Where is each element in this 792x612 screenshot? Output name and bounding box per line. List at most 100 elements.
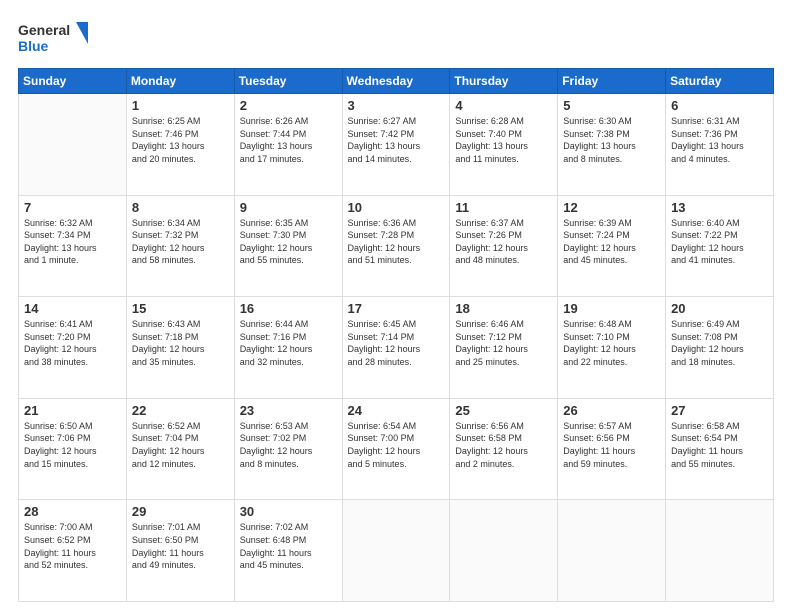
day-number: 14 xyxy=(24,301,121,316)
day-info: Sunrise: 6:57 AM Sunset: 6:56 PM Dayligh… xyxy=(563,420,660,470)
calendar-cell: 16Sunrise: 6:44 AM Sunset: 7:16 PM Dayli… xyxy=(234,297,342,399)
day-info: Sunrise: 6:28 AM Sunset: 7:40 PM Dayligh… xyxy=(455,115,552,165)
day-info: Sunrise: 6:31 AM Sunset: 7:36 PM Dayligh… xyxy=(671,115,768,165)
calendar-cell: 1 Sunrise: 6:25 AM Sunset: 7:46 PM Daylig… xyxy=(126,94,234,196)
calendar-cell xyxy=(450,500,558,602)
calendar-cell: 15 Sunrise: 6:43 AM Sunset: 7:18 PM Dayli… xyxy=(126,297,234,399)
calendar-cell xyxy=(342,500,450,602)
calendar-cell: 19 Sunrise: 6:48 AM Sunset: 7:10 PM Dayli… xyxy=(558,297,666,399)
day-info: Sunrise: 6:36 AM Sunset: 7:28 PM Dayligh… xyxy=(348,217,445,267)
calendar-cell: 29 Sunrise: 7:01 AM Sunset: 6:50 PM Dayli… xyxy=(126,500,234,602)
day-number: 4 xyxy=(455,98,552,113)
week-row-5: 28 Sunrise: 7:00 AM Sunset: 6:52 PM Dayli… xyxy=(19,500,774,602)
day-number: 20 xyxy=(671,301,768,316)
day-number: 28 xyxy=(24,504,121,519)
calendar-cell: 8 Sunrise: 6:34 AM Sunset: 7:32 PM Daylig… xyxy=(126,195,234,297)
day-number: 7 xyxy=(24,200,121,215)
day-number: 25 xyxy=(455,403,552,418)
calendar-cell: 27 Sunrise: 6:58 AM Sunset: 6:54 PM Dayli… xyxy=(666,398,774,500)
weekday-header-thursday: Thursday xyxy=(450,69,558,94)
calendar-cell: 9 Sunrise: 6:35 AM Sunset: 7:30 PM Daylig… xyxy=(234,195,342,297)
calendar-cell: 14 Sunrise: 6:41 AM Sunset: 7:20 PM Dayli… xyxy=(19,297,127,399)
day-info: Sunrise: 6:34 AM Sunset: 7:32 PM Dayligh… xyxy=(132,217,229,267)
header: GeneralBlue xyxy=(18,18,774,58)
day-number: 27 xyxy=(671,403,768,418)
weekday-header-wednesday: Wednesday xyxy=(342,69,450,94)
calendar-cell xyxy=(666,500,774,602)
calendar-cell: 10Sunrise: 6:36 AM Sunset: 7:28 PM Dayli… xyxy=(342,195,450,297)
day-number: 24 xyxy=(348,403,445,418)
day-number: 3 xyxy=(348,98,445,113)
day-number: 8 xyxy=(132,200,229,215)
svg-text:Blue: Blue xyxy=(18,38,49,54)
calendar-cell: 7 Sunrise: 6:32 AM Sunset: 7:34 PM Daylig… xyxy=(19,195,127,297)
week-row-1: 1 Sunrise: 6:25 AM Sunset: 7:46 PM Daylig… xyxy=(19,94,774,196)
calendar-cell: 28 Sunrise: 7:00 AM Sunset: 6:52 PM Dayli… xyxy=(19,500,127,602)
day-number: 21 xyxy=(24,403,121,418)
day-info: Sunrise: 6:49 AM Sunset: 7:08 PM Dayligh… xyxy=(671,318,768,368)
day-number: 9 xyxy=(240,200,337,215)
weekday-header-saturday: Saturday xyxy=(666,69,774,94)
logo-svg: GeneralBlue xyxy=(18,18,88,58)
day-info: Sunrise: 6:43 AM Sunset: 7:18 PM Dayligh… xyxy=(132,318,229,368)
day-info: Sunrise: 6:30 AM Sunset: 7:38 PM Dayligh… xyxy=(563,115,660,165)
calendar-cell: 24Sunrise: 6:54 AM Sunset: 7:00 PM Dayli… xyxy=(342,398,450,500)
calendar-cell: 20 Sunrise: 6:49 AM Sunset: 7:08 PM Dayli… xyxy=(666,297,774,399)
day-number: 22 xyxy=(132,403,229,418)
calendar-cell: 23 Sunrise: 6:53 AM Sunset: 7:02 PM Dayli… xyxy=(234,398,342,500)
calendar-cell xyxy=(558,500,666,602)
day-number: 13 xyxy=(671,200,768,215)
day-info: Sunrise: 6:32 AM Sunset: 7:34 PM Dayligh… xyxy=(24,217,121,267)
calendar-cell: 25 Sunrise: 6:56 AM Sunset: 6:58 PM Dayli… xyxy=(450,398,558,500)
weekday-header-tuesday: Tuesday xyxy=(234,69,342,94)
day-number: 6 xyxy=(671,98,768,113)
day-number: 26 xyxy=(563,403,660,418)
calendar-cell: 21Sunrise: 6:50 AM Sunset: 7:06 PM Dayli… xyxy=(19,398,127,500)
day-info: Sunrise: 6:58 AM Sunset: 6:54 PM Dayligh… xyxy=(671,420,768,470)
day-info: Sunrise: 7:01 AM Sunset: 6:50 PM Dayligh… xyxy=(132,521,229,571)
calendar-cell: 22 Sunrise: 6:52 AM Sunset: 7:04 PM Dayli… xyxy=(126,398,234,500)
day-number: 30 xyxy=(240,504,337,519)
page: GeneralBlue SundayMondayTuesdayWednesday… xyxy=(0,0,792,612)
day-info: Sunrise: 6:39 AM Sunset: 7:24 PM Dayligh… xyxy=(563,217,660,267)
day-info: Sunrise: 6:25 AM Sunset: 7:46 PM Dayligh… xyxy=(132,115,229,165)
weekday-header-friday: Friday xyxy=(558,69,666,94)
day-info: Sunrise: 6:52 AM Sunset: 7:04 PM Dayligh… xyxy=(132,420,229,470)
day-number: 16 xyxy=(240,301,337,316)
calendar-cell: 4 Sunrise: 6:28 AM Sunset: 7:40 PM Daylig… xyxy=(450,94,558,196)
calendar-cell: 17 Sunrise: 6:45 AM Sunset: 7:14 PM Dayli… xyxy=(342,297,450,399)
day-info: Sunrise: 6:53 AM Sunset: 7:02 PM Dayligh… xyxy=(240,420,337,470)
calendar-cell: 12 Sunrise: 6:39 AM Sunset: 7:24 PM Dayli… xyxy=(558,195,666,297)
week-row-2: 7 Sunrise: 6:32 AM Sunset: 7:34 PM Daylig… xyxy=(19,195,774,297)
day-info: Sunrise: 6:45 AM Sunset: 7:14 PM Dayligh… xyxy=(348,318,445,368)
day-number: 15 xyxy=(132,301,229,316)
day-number: 17 xyxy=(348,301,445,316)
day-number: 23 xyxy=(240,403,337,418)
day-number: 18 xyxy=(455,301,552,316)
day-info: Sunrise: 7:02 AM Sunset: 6:48 PM Dayligh… xyxy=(240,521,337,571)
calendar-cell: 2Sunrise: 6:26 AM Sunset: 7:44 PM Daylig… xyxy=(234,94,342,196)
logo: GeneralBlue xyxy=(18,18,88,58)
day-number: 19 xyxy=(563,301,660,316)
day-info: Sunrise: 6:27 AM Sunset: 7:42 PM Dayligh… xyxy=(348,115,445,165)
day-info: Sunrise: 6:48 AM Sunset: 7:10 PM Dayligh… xyxy=(563,318,660,368)
weekday-header-sunday: Sunday xyxy=(19,69,127,94)
day-info: Sunrise: 6:40 AM Sunset: 7:22 PM Dayligh… xyxy=(671,217,768,267)
calendar-cell: 6 Sunrise: 6:31 AM Sunset: 7:36 PM Daylig… xyxy=(666,94,774,196)
calendar-cell: 13 Sunrise: 6:40 AM Sunset: 7:22 PM Dayli… xyxy=(666,195,774,297)
calendar-cell: 30 Sunrise: 7:02 AM Sunset: 6:48 PM Dayli… xyxy=(234,500,342,602)
day-number: 29 xyxy=(132,504,229,519)
day-number: 12 xyxy=(563,200,660,215)
calendar-cell: 26 Sunrise: 6:57 AM Sunset: 6:56 PM Dayli… xyxy=(558,398,666,500)
day-info: Sunrise: 6:46 AM Sunset: 7:12 PM Dayligh… xyxy=(455,318,552,368)
day-info: Sunrise: 6:41 AM Sunset: 7:20 PM Dayligh… xyxy=(24,318,121,368)
calendar-table: SundayMondayTuesdayWednesdayThursdayFrid… xyxy=(18,68,774,602)
day-info: Sunrise: 7:00 AM Sunset: 6:52 PM Dayligh… xyxy=(24,521,121,571)
calendar-cell: 5Sunrise: 6:30 AM Sunset: 7:38 PM Daylig… xyxy=(558,94,666,196)
day-info: Sunrise: 6:35 AM Sunset: 7:30 PM Dayligh… xyxy=(240,217,337,267)
day-info: Sunrise: 6:56 AM Sunset: 6:58 PM Dayligh… xyxy=(455,420,552,470)
day-number: 1 xyxy=(132,98,229,113)
day-number: 11 xyxy=(455,200,552,215)
svg-text:General: General xyxy=(18,22,70,38)
weekday-header-monday: Monday xyxy=(126,69,234,94)
